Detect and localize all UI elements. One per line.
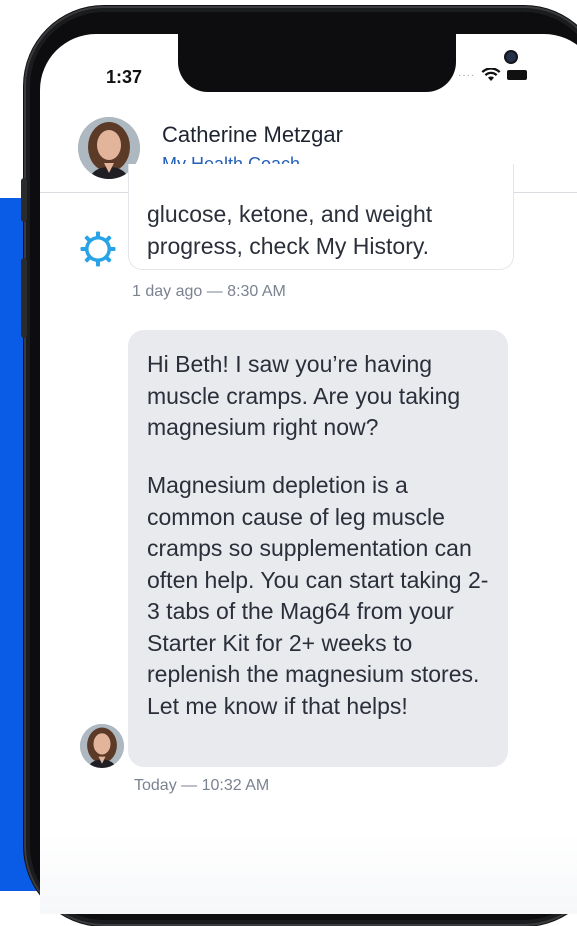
wifi-icon	[481, 68, 501, 81]
status-time: 1:37	[106, 67, 143, 87]
camera-icon	[506, 52, 516, 62]
message-timestamp: Today — 10:32 AM	[134, 777, 270, 794]
gear-icon	[80, 231, 116, 267]
battery-icon	[507, 70, 528, 80]
signal-dots-icon: ····	[458, 69, 476, 81]
sender-portrait	[80, 724, 124, 768]
coach-name: Catherine Metzgar	[162, 122, 343, 147]
mute-switch	[21, 178, 27, 222]
message-paragraph: Hi Beth! I saw you’re having muscle cram…	[147, 351, 461, 440]
message-text: glucose, ketone, and weight progress, ch…	[147, 201, 433, 259]
status-icons: ····	[458, 68, 528, 82]
notch	[178, 34, 516, 92]
message-paragraph: Magnesium depletion is a common cause of…	[147, 472, 489, 719]
volume-up-button	[21, 258, 27, 338]
message-timestamp: 1 day ago — 8:30 AM	[132, 283, 286, 300]
sender-avatar	[80, 724, 124, 768]
phone-screen: 1:37 ···· Catherine Metzgar My Health Co…	[40, 34, 577, 914]
composer-area	[40, 834, 577, 914]
